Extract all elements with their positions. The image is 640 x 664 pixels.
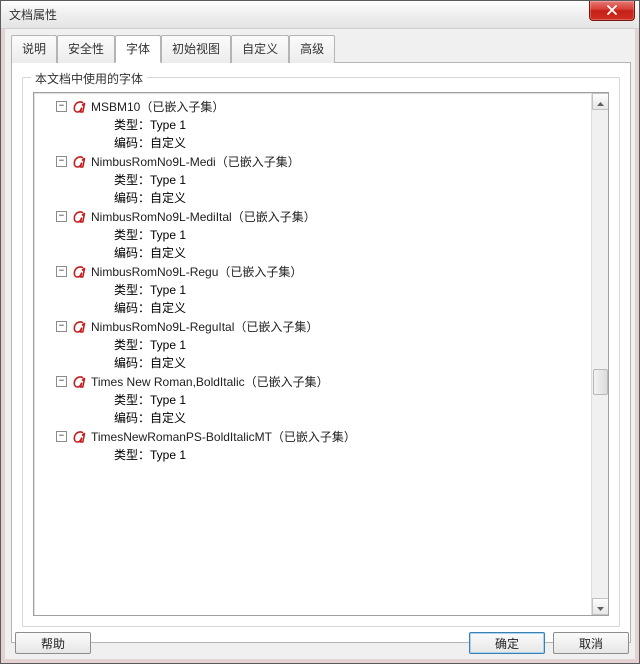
font-properties: 类型：Type 1编码：自定义 xyxy=(56,226,591,262)
font-type: 类型：Type 1 xyxy=(114,446,591,464)
font-name: Times New Roman,BoldItalic（已嵌入子集） xyxy=(91,373,329,390)
help-button[interactable]: 帮助 xyxy=(15,632,91,654)
font-type: 类型：Type 1 xyxy=(114,336,591,354)
font-encoding: 编码：自定义 xyxy=(114,299,591,317)
font-icon xyxy=(71,209,87,225)
font-name: NimbusRomNo9L-Medi（已嵌入子集） xyxy=(91,153,300,170)
font-icon xyxy=(71,429,87,445)
font-row[interactable]: − NimbusRomNo9L-MediItal（已嵌入子集） xyxy=(56,207,591,226)
font-row[interactable]: − Times New Roman,BoldItalic（已嵌入子集） xyxy=(56,372,591,391)
window-title: 文档属性 xyxy=(9,6,57,23)
collapse-icon[interactable]: − xyxy=(56,211,67,222)
tab-advanced[interactable]: 高级 xyxy=(289,35,335,63)
collapse-icon[interactable]: − xyxy=(56,156,67,167)
font-icon xyxy=(71,264,87,280)
close-icon xyxy=(606,5,618,15)
font-node: − Times New Roman,BoldItalic（已嵌入子集）类型：Typ… xyxy=(34,372,591,427)
collapse-icon[interactable]: − xyxy=(56,321,67,332)
font-encoding: 编码：自定义 xyxy=(114,409,591,427)
tab-description[interactable]: 说明 xyxy=(11,35,57,63)
tab-security[interactable]: 安全性 xyxy=(57,35,115,63)
font-type: 类型：Type 1 xyxy=(114,281,591,299)
dialog-window: 文档属性 说明 安全性 字体 初始视图 自定义 高级 本文档中使用的字体 − MS… xyxy=(0,0,640,664)
font-icon xyxy=(71,374,87,390)
collapse-icon[interactable]: − xyxy=(56,431,67,442)
font-node: − NimbusRomNo9L-MediItal（已嵌入子集）类型：Type 1编… xyxy=(34,207,591,262)
font-icon xyxy=(71,99,87,115)
ok-button[interactable]: 确定 xyxy=(469,632,545,654)
collapse-icon[interactable]: − xyxy=(56,266,67,277)
chevron-down-icon xyxy=(597,600,604,614)
cancel-button[interactable]: 取消 xyxy=(553,632,629,654)
font-type: 类型：Type 1 xyxy=(114,391,591,409)
font-icon xyxy=(71,154,87,170)
font-type: 类型：Type 1 xyxy=(114,116,591,134)
fonts-groupbox: 本文档中使用的字体 −MSBM10（已嵌入子集）类型：Type 1编码：自定义−… xyxy=(22,77,620,627)
groupbox-label: 本文档中使用的字体 xyxy=(31,70,147,87)
font-type: 类型：Type 1 xyxy=(114,171,591,189)
font-name: TimesNewRomanPS-BoldItalicMT（已嵌入子集） xyxy=(91,428,356,445)
font-row[interactable]: − NimbusRomNo9L-Regu（已嵌入子集） xyxy=(56,262,591,281)
tab-bar: 说明 安全性 字体 初始视图 自定义 高级 xyxy=(11,35,631,63)
font-properties: 类型：Type 1编码：自定义 xyxy=(56,171,591,207)
font-node: − MSBM10（已嵌入子集）类型：Type 1编码：自定义 xyxy=(34,97,591,152)
font-name: NimbusRomNo9L-MediItal（已嵌入子集） xyxy=(91,208,316,225)
tab-panel: 本文档中使用的字体 −MSBM10（已嵌入子集）类型：Type 1编码：自定义−… xyxy=(11,63,631,643)
font-encoding: 编码：自定义 xyxy=(114,354,591,372)
font-icon xyxy=(71,319,87,335)
font-node: − TimesNewRomanPS-BoldItalicMT（已嵌入子集）类型：T… xyxy=(34,427,591,464)
font-row[interactable]: − MSBM10（已嵌入子集） xyxy=(56,97,591,116)
font-node: − NimbusRomNo9L-Medi（已嵌入子集）类型：Type 1编码：自定… xyxy=(34,152,591,207)
close-button[interactable] xyxy=(589,1,635,21)
font-node: − NimbusRomNo9L-ReguItal（已嵌入子集）类型：Type 1编… xyxy=(34,317,591,372)
font-properties: 类型：Type 1编码：自定义 xyxy=(56,391,591,427)
font-tree[interactable]: −MSBM10（已嵌入子集）类型：Type 1编码：自定义−NimbusRomN… xyxy=(34,93,591,615)
font-properties: 类型：Type 1 xyxy=(56,446,591,464)
tab-initial-view[interactable]: 初始视图 xyxy=(161,35,231,63)
vertical-scrollbar[interactable] xyxy=(591,93,608,615)
tab-fonts[interactable]: 字体 xyxy=(115,35,161,63)
collapse-icon[interactable]: − xyxy=(56,376,67,387)
font-properties: 类型：Type 1编码：自定义 xyxy=(56,336,591,372)
font-row[interactable]: − NimbusRomNo9L-ReguItal（已嵌入子集） xyxy=(56,317,591,336)
font-node: − NimbusRomNo9L-Regu（已嵌入子集）类型：Type 1编码：自定… xyxy=(34,262,591,317)
font-encoding: 编码：自定义 xyxy=(114,189,591,207)
font-tree-container: −MSBM10（已嵌入子集）类型：Type 1编码：自定义−NimbusRomN… xyxy=(33,92,609,616)
tab-custom[interactable]: 自定义 xyxy=(231,35,289,63)
dialog-button-bar: 帮助 确定 取消 xyxy=(1,627,639,663)
font-name: NimbusRomNo9L-ReguItal（已嵌入子集） xyxy=(91,318,318,335)
font-encoding: 编码：自定义 xyxy=(114,134,591,152)
scroll-up-button[interactable] xyxy=(592,93,609,110)
font-encoding: 编码：自定义 xyxy=(114,244,591,262)
font-row[interactable]: − NimbusRomNo9L-Medi（已嵌入子集） xyxy=(56,152,591,171)
font-name: MSBM10（已嵌入子集） xyxy=(91,98,224,115)
font-row[interactable]: − TimesNewRomanPS-BoldItalicMT（已嵌入子集） xyxy=(56,427,591,446)
font-properties: 类型：Type 1编码：自定义 xyxy=(56,281,591,317)
title-bar: 文档属性 xyxy=(1,1,639,29)
chevron-up-icon xyxy=(597,95,604,109)
font-type: 类型：Type 1 xyxy=(114,226,591,244)
font-properties: 类型：Type 1编码：自定义 xyxy=(56,116,591,152)
scrollbar-thumb[interactable] xyxy=(593,369,608,395)
font-name: NimbusRomNo9L-Regu（已嵌入子集） xyxy=(91,263,302,280)
collapse-icon[interactable]: − xyxy=(56,101,67,112)
scroll-down-button[interactable] xyxy=(592,598,609,615)
